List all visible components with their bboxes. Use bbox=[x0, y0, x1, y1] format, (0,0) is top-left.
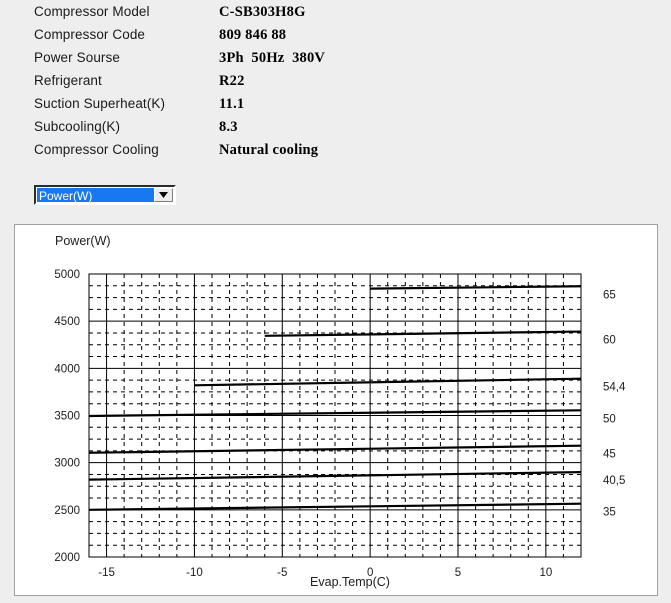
spec-row: Refrigerant R22 bbox=[34, 73, 454, 96]
y-tick-label: 4000 bbox=[54, 363, 80, 375]
x-axis-title: Evap.Temp(C) bbox=[310, 575, 390, 589]
curve-label: 35 bbox=[603, 507, 616, 519]
y-tick-label: 3500 bbox=[54, 411, 80, 423]
spec-value: R22 bbox=[219, 73, 245, 89]
curve-label: 60 bbox=[603, 335, 616, 347]
curve-label: 54,4 bbox=[603, 382, 626, 394]
x-tick-label: 5 bbox=[455, 567, 461, 579]
y-tick-label: 2500 bbox=[54, 505, 80, 517]
spec-row: Power Sourse 3Ph 50Hz 380V bbox=[34, 50, 454, 73]
spec-label: Suction Superheat(K) bbox=[34, 96, 166, 111]
spec-value: 11.1 bbox=[219, 96, 245, 112]
y-tick-label: 4500 bbox=[54, 316, 80, 328]
spec-label: Refrigerant bbox=[34, 73, 102, 88]
curve-label: 40,5 bbox=[603, 475, 625, 487]
curve-labels: 65 60 54,4 50 45 40,5 35 bbox=[603, 289, 626, 518]
compressor-spec-table: Compressor Model C-SB303H8G Compressor Cod… bbox=[34, 4, 454, 165]
x-tick-label: 10 bbox=[539, 567, 552, 579]
spec-value: C-SB303H8G bbox=[219, 4, 306, 20]
x-tick-label: -5 bbox=[277, 567, 287, 579]
spec-row: Compressor Model C-SB303H8G bbox=[34, 4, 454, 27]
x-tick-label: -15 bbox=[98, 567, 115, 579]
power-vs-evap-temp-chart: 656054,4504540,535 -15 -10 -5 0 5 10 20002500… bbox=[54, 234, 626, 589]
x-tick-label: -10 bbox=[186, 567, 203, 579]
performance-chart-panel: 65 60 54,4 50 45 40,5 35 -15 -10 -5 0 5 10 2000 2500… bbox=[14, 224, 658, 596]
spec-value: 3Ph 50Hz 380V bbox=[219, 50, 326, 66]
spec-value: 8.3 bbox=[219, 119, 238, 135]
curve-lines bbox=[88, 285, 582, 511]
series-select-dropdown[interactable]: Power(W) bbox=[34, 185, 176, 205]
spec-row: Suction Superheat(K) 11.1 bbox=[34, 96, 454, 119]
curve-line bbox=[88, 471, 582, 481]
spec-label: Compressor Cooling bbox=[34, 142, 159, 157]
y-axis-ticks: 2000 2500 3000 3500 4000 4500 5000 bbox=[54, 269, 80, 564]
curve-label: 50 bbox=[603, 413, 616, 425]
curve-line bbox=[370, 285, 582, 290]
spec-row: Compressor Cooling Natural cooling bbox=[34, 142, 454, 165]
y-tick-label: 2000 bbox=[54, 552, 80, 564]
series-select-value[interactable]: Power(W) bbox=[37, 188, 154, 202]
y-tick-label: 3000 bbox=[54, 458, 80, 470]
y-axis-title: Power(W) bbox=[55, 234, 111, 248]
spec-label: Compressor Code bbox=[34, 27, 146, 42]
chevron-down-icon[interactable] bbox=[154, 188, 173, 202]
spec-value: 809 846 88 bbox=[219, 27, 287, 43]
spec-label: Subcooling(K) bbox=[34, 119, 121, 134]
curve-label: 45 bbox=[603, 449, 616, 461]
spec-value: Natural cooling bbox=[219, 142, 319, 158]
y-tick-label: 5000 bbox=[54, 269, 80, 281]
spec-label: Power Sourse bbox=[34, 50, 120, 65]
spec-row: Subcooling(K) 8.3 bbox=[34, 119, 454, 142]
spec-label: Compressor Model bbox=[34, 4, 150, 19]
spec-row: Compressor Code 809 846 88 bbox=[34, 27, 454, 50]
curve-label: 65 bbox=[603, 289, 616, 301]
